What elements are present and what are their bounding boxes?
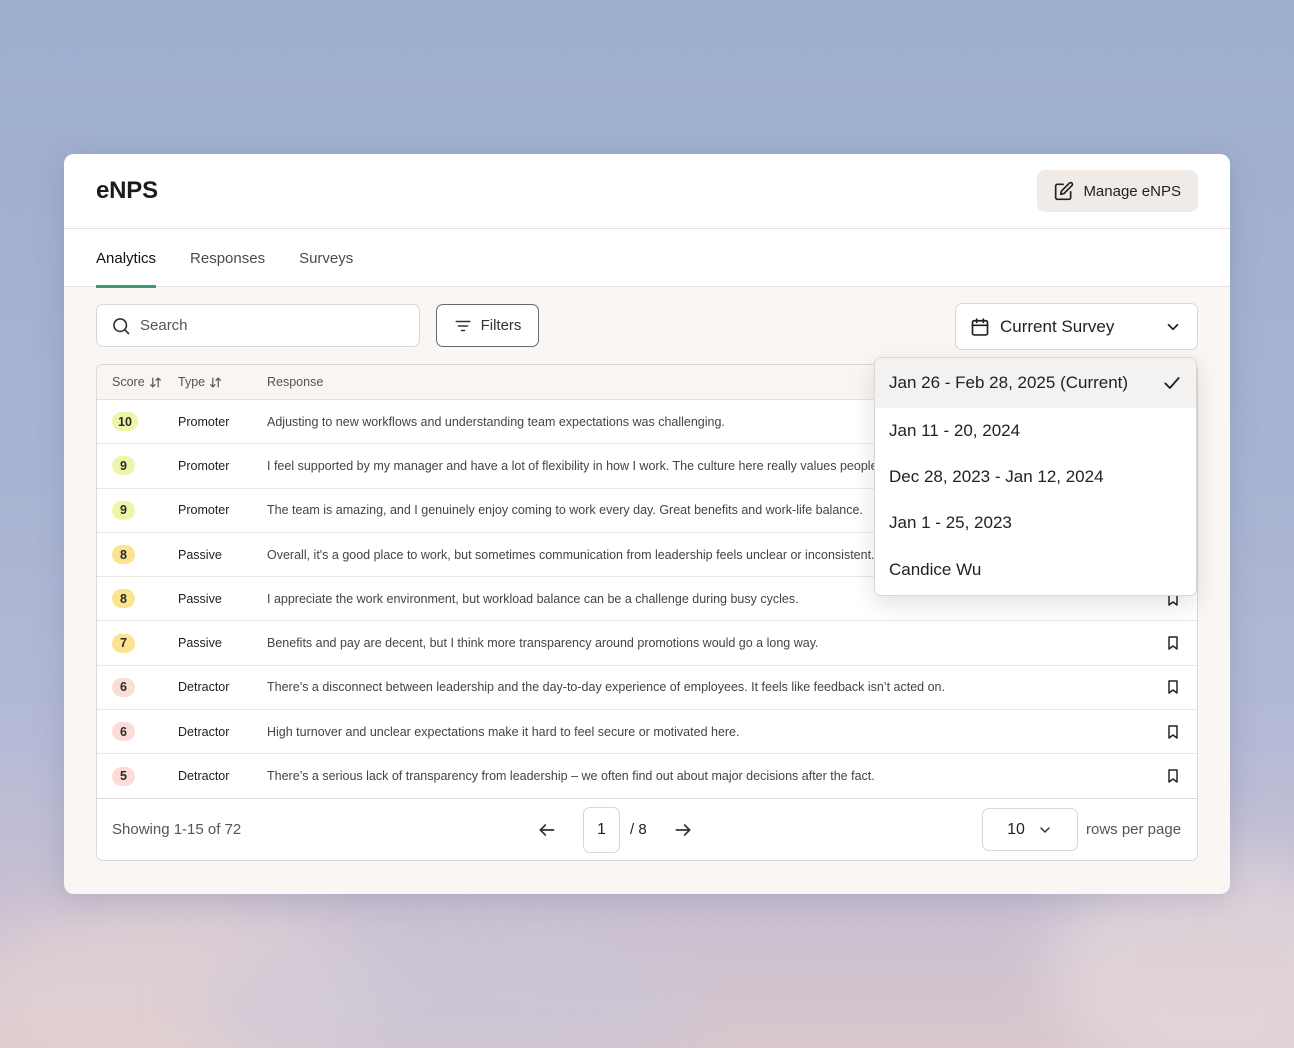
bookmark-icon (1165, 679, 1181, 695)
type-cell: Promoter (178, 414, 230, 429)
survey-option[interactable]: Jan 1 - 25, 2023 (875, 500, 1196, 546)
type-cell: Detractor (178, 724, 230, 739)
type-cell: Passive (178, 636, 222, 651)
score-cell: 8 (97, 589, 178, 609)
edit-icon (1054, 181, 1074, 201)
manage-enps-button[interactable]: Manage eNPS (1037, 170, 1198, 212)
score-cell: 7 (97, 633, 178, 653)
type-cell: Detractor (178, 680, 230, 695)
calendar-icon (970, 317, 990, 337)
score-badge: 9 (112, 500, 135, 520)
bookmark-button[interactable] (1149, 768, 1197, 784)
score-cell: 10 (97, 412, 178, 432)
tab-bar: Analytics Responses Surveys (64, 229, 1230, 288)
search-placeholder: Search (140, 317, 188, 334)
response-cell: There’s a disconnect between leadership … (267, 680, 945, 695)
survey-option-current[interactable]: Jan 26 - Feb 28, 2025 (Current) (875, 358, 1196, 408)
column-header-type[interactable]: Type (178, 375, 267, 389)
bookmark-icon (1165, 724, 1181, 740)
score-cell: 9 (97, 500, 178, 520)
survey-dropdown-menu: Jan 26 - Feb 28, 2025 (Current) Jan 11 -… (874, 357, 1197, 596)
table-footer: Showing 1-15 of 72 1 / 8 10 rows per pag… (97, 798, 1197, 860)
chevron-down-icon (1164, 318, 1182, 336)
rows-per-page-value: 10 (1007, 820, 1025, 838)
response-cell: There’s a serious lack of transparency f… (267, 769, 875, 784)
score-badge: 8 (112, 589, 135, 609)
page-input[interactable]: 1 (583, 806, 620, 853)
arrow-right-icon[interactable] (673, 820, 693, 840)
score-badge: 9 (112, 456, 135, 476)
filters-label: Filters (480, 317, 522, 334)
filters-button[interactable]: Filters (436, 304, 539, 347)
card-header: eNPS Manage eNPS (64, 154, 1230, 229)
score-badge: 5 (112, 766, 135, 786)
table-row[interactable]: 6 Detractor There’s a disconnect between l… (97, 666, 1197, 711)
score-badge: 8 (112, 545, 135, 565)
pagination: 1 / 8 (537, 806, 693, 853)
showing-count: Showing 1-15 of 72 (112, 821, 242, 838)
table-row[interactable]: 6 Detractor High turnover and unclear expe… (97, 710, 1197, 755)
filter-icon (454, 317, 472, 335)
response-cell: Benefits and pay are decent, but I think… (267, 636, 819, 651)
check-icon (1162, 373, 1182, 393)
survey-option-label: Jan 26 - Feb 28, 2025 (Current) (889, 373, 1129, 392)
score-cell: 8 (97, 545, 178, 565)
table-row[interactable]: 7 Passive Benefits and pay are decent, but… (97, 621, 1197, 666)
search-input[interactable]: Search (96, 304, 420, 347)
column-header-score[interactable]: Score (97, 375, 178, 389)
score-badge: 6 (112, 677, 135, 697)
survey-option[interactable]: Jan 11 - 20, 2024 (875, 408, 1196, 454)
bookmark-icon (1165, 635, 1181, 651)
score-cell: 6 (97, 677, 178, 697)
score-cell: 5 (97, 766, 178, 786)
rows-per-page-label: rows per page (1086, 821, 1182, 838)
bookmark-icon (1165, 768, 1181, 784)
response-cell: High turnover and unclear expectations m… (267, 724, 740, 739)
search-icon (111, 316, 131, 336)
survey-option[interactable]: Dec 28, 2023 - Jan 12, 2024 (875, 454, 1196, 500)
survey-select-value: Current Survey (1000, 316, 1115, 336)
type-cell: Detractor (178, 769, 230, 784)
score-cell: 6 (97, 722, 178, 742)
bookmark-button[interactable] (1149, 679, 1197, 695)
type-cell: Promoter (178, 503, 230, 518)
sort-icon (209, 376, 222, 389)
chevron-down-icon (1037, 822, 1053, 838)
survey-select[interactable]: Current Survey (955, 303, 1198, 350)
survey-option[interactable]: Candice Wu (875, 547, 1196, 593)
arrow-left-icon[interactable] (537, 820, 557, 840)
sort-icon (149, 376, 162, 389)
manage-enps-label: Manage eNPS (1083, 182, 1181, 200)
score-badge: 6 (112, 722, 135, 742)
tab-surveys[interactable]: Surveys (299, 229, 353, 287)
page-title: eNPS (96, 177, 158, 204)
toolbar: Search Filters Current Survey (64, 287, 1230, 365)
page-total: / 8 (630, 821, 647, 838)
type-cell: Passive (178, 591, 222, 606)
tab-responses[interactable]: Responses (190, 229, 265, 287)
score-badge: 10 (112, 412, 138, 432)
column-type-label: Type (178, 375, 206, 389)
rows-per-page-select[interactable]: 10 (982, 808, 1078, 851)
bookmark-button[interactable] (1149, 724, 1197, 740)
type-cell: Passive (178, 547, 222, 562)
type-cell: Promoter (178, 458, 230, 473)
table-row[interactable]: 5 Detractor There’s a serious lack of tran… (97, 754, 1197, 799)
score-badge: 7 (112, 633, 135, 653)
tab-analytics[interactable]: Analytics (96, 229, 157, 288)
bookmark-button[interactable] (1149, 635, 1197, 651)
score-cell: 9 (97, 456, 178, 476)
column-score-label: Score (112, 375, 145, 389)
